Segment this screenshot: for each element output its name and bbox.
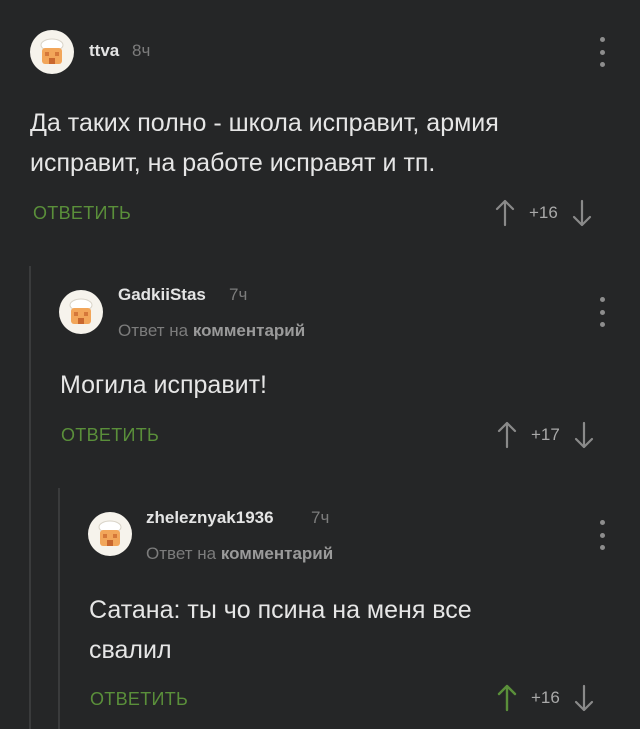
comment-time: 7ч bbox=[311, 508, 330, 527]
arrow-down-icon[interactable] bbox=[572, 199, 592, 227]
kebab-menu-icon[interactable] bbox=[597, 297, 607, 327]
avatar[interactable] bbox=[88, 512, 132, 556]
avatar-icon bbox=[40, 38, 64, 64]
arrow-down-icon[interactable] bbox=[574, 684, 594, 712]
comment-time: 7ч bbox=[229, 285, 248, 304]
vote-score: +16 bbox=[529, 203, 558, 222]
comment-author[interactable]: ttva bbox=[89, 41, 119, 61]
arrow-down-icon[interactable] bbox=[574, 421, 594, 449]
avatar[interactable] bbox=[59, 290, 103, 334]
comment-time: 8ч bbox=[132, 41, 151, 60]
vote-controls: +17 bbox=[497, 421, 594, 449]
comment-author[interactable]: GadkiiStas bbox=[118, 285, 206, 305]
vote-score: +16 bbox=[531, 688, 560, 707]
comment-text: Сатана: ты чо псина на меня все свалил bbox=[89, 596, 472, 664]
vote-score: +17 bbox=[531, 425, 560, 444]
kebab-menu-icon[interactable] bbox=[597, 520, 607, 550]
comment-author[interactable]: zheleznyak1936 bbox=[146, 508, 274, 528]
thread-line-level2 bbox=[58, 488, 60, 729]
reply-to-link[interactable]: комментарий bbox=[221, 544, 333, 563]
reply-to-line: Ответ на комментарий bbox=[146, 544, 333, 564]
arrow-up-icon[interactable] bbox=[497, 684, 517, 712]
reply-to-link[interactable]: комментарий bbox=[193, 321, 305, 340]
reply-button[interactable]: ОТВЕТИТЬ bbox=[90, 689, 188, 710]
reply-to-line: Ответ на комментарий bbox=[118, 321, 305, 341]
reply-to-prefix: Ответ на bbox=[118, 321, 189, 340]
arrow-up-icon[interactable] bbox=[495, 199, 515, 227]
avatar-icon bbox=[69, 298, 93, 324]
kebab-menu-icon[interactable] bbox=[597, 37, 607, 67]
avatar[interactable] bbox=[30, 30, 74, 74]
comment-text: Да таких полно - школа исправит, армия и… bbox=[30, 109, 499, 177]
vote-controls: +16 bbox=[495, 199, 592, 227]
vote-controls: +16 bbox=[497, 684, 594, 712]
reply-button[interactable]: ОТВЕТИТЬ bbox=[33, 203, 131, 224]
thread-line-level1 bbox=[29, 266, 31, 729]
arrow-up-icon[interactable] bbox=[497, 421, 517, 449]
reply-to-prefix: Ответ на bbox=[146, 544, 217, 563]
avatar-icon bbox=[98, 520, 122, 546]
reply-button[interactable]: ОТВЕТИТЬ bbox=[61, 425, 159, 446]
comment-text: Могила исправит! bbox=[60, 371, 267, 399]
